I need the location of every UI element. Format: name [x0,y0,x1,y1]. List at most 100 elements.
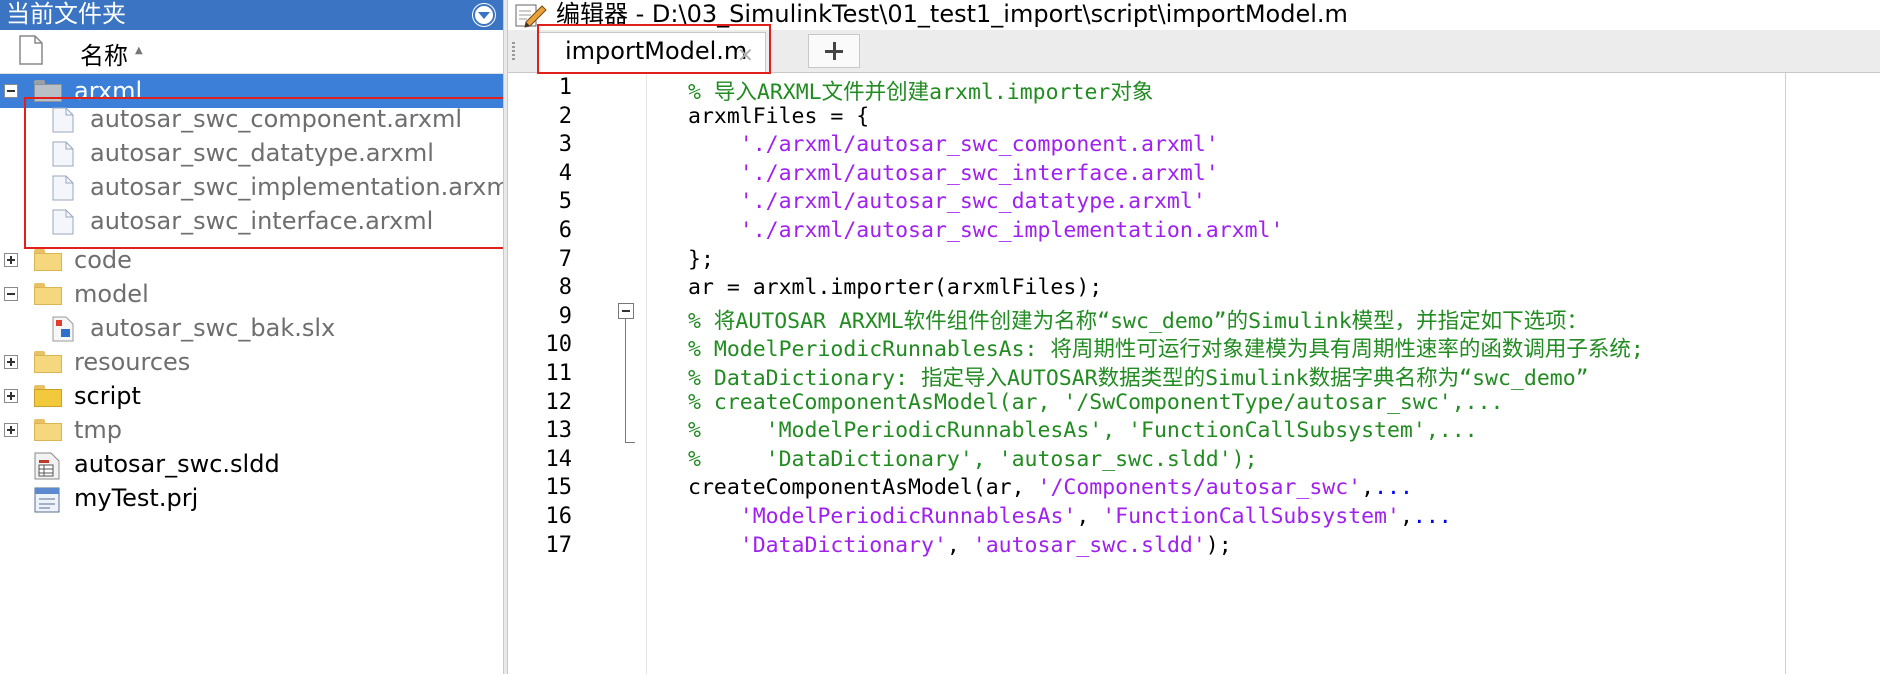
code-token: , [1361,475,1375,501]
code-line[interactable]: % 'DataDictionary', 'autosar_swc.sldd'); [688,447,1258,472]
code-token: , [1399,504,1413,529]
tab-label: importModel.m [565,37,748,65]
code-line[interactable]: % DataDictionary: 指定导入AUTOSAR数据类型的Simuli… [688,361,1589,392]
panel-menu-icon[interactable] [472,3,496,27]
sort-ascending-icon: ▲ [135,45,143,56]
line-number: 10 [545,332,573,358]
folder-label: resources [74,348,191,376]
new-tab-button[interactable] [808,34,860,68]
code-line[interactable]: }; [688,247,714,272]
folder-icon [34,249,62,271]
file-label: autosar_swc_bak.slx [90,314,336,342]
file-label: autosar_swc_datatype.arxml [90,139,434,167]
file-list-header: 名称 ▲ [0,30,503,74]
code-token: % 导入ARXML文件并创建arxml.importer对象 [688,80,1154,105]
code-token: 'ModelPeriodicRunnablesAs' [739,504,1077,529]
code-line[interactable]: ar = arxml.importer(arxmlFiles); [688,275,1102,300]
code-editor[interactable]: 1 2 3 4 5 6 7 8 9 10 11 12 13 14 15 16 17 % 导入ARXML文件并创建… [508,73,1880,674]
arxml-file-icon [52,209,74,235]
folder-icon [34,351,62,373]
expand-toggle-icon[interactable] [4,389,18,403]
file-label: autosar_swc.sldd [74,450,280,478]
file-label: myTest.prj [74,484,199,512]
line-number: 7 [558,246,572,272]
code-token: ... [1412,504,1452,529]
expand-toggle-icon[interactable] [4,355,18,369]
code-fold-guide-end [625,442,635,443]
code-fold-guide [625,319,626,443]
code-token: , [946,532,973,558]
tab-importModel[interactable]: importModel.m ✕ [538,32,766,73]
code-token: , [1076,504,1103,529]
line-number: 17 [545,532,573,558]
file-row[interactable]: autosar_swc.sldd [0,447,503,481]
current-folder-titlebar: 当前文件夹 [0,0,503,30]
tab-grip-icon[interactable] [512,42,515,62]
code-token: './arxml/autosar_swc_interface.arxml' [739,160,1219,186]
code-token: 'FunctionCallSubsystem' [1102,504,1400,529]
folder-row-model[interactable]: model [0,277,503,311]
expand-toggle-icon[interactable] [4,423,18,437]
folder-label: script [74,382,141,410]
code-token: ... [1374,475,1413,501]
collapse-toggle-icon[interactable] [4,287,18,301]
code-line[interactable]: % createComponentAsModel(ar, '/SwCompone… [688,390,1503,415]
name-column-header[interactable]: 名称 [80,36,128,71]
folder-label: tmp [74,416,123,444]
code-fold-collapse-icon[interactable] [618,303,634,319]
line-number: 11 [545,361,573,386]
code-line[interactable]: './arxml/autosar_swc_component.arxml' [688,132,1219,157]
folder-row-script[interactable]: script [0,379,503,413]
code-token: '/Components/autosar_swc' [1037,475,1362,501]
code-line[interactable]: 'ModelPeriodicRunnablesAs', 'FunctionCal… [688,504,1452,529]
file-label: autosar_swc_component.arxml [90,105,462,133]
line-number: 3 [558,132,572,158]
editor-title: 编辑器 - D:\03_SimulinkTest\01_test1_import… [556,0,1348,28]
file-row[interactable]: autosar_swc_implementation.arxml [0,170,516,204]
code-line[interactable]: 'DataDictionary', 'autosar_swc.sldd'); [688,533,1232,558]
code-line[interactable]: arxmlFiles = { [688,104,869,129]
right-text-limit-line [1785,73,1786,674]
editor-titlebar: 编辑器 - D:\03_SimulinkTest\01_test1_import… [508,0,1880,30]
folder-row-tmp[interactable]: tmp [0,413,503,447]
line-number: 12 [545,389,573,415]
code-line[interactable]: % 将AUTOSAR ARXML软件组件创建为名称“swc_demo”的Simu… [688,304,1588,335]
folder-row-resources[interactable]: resources [0,345,503,379]
line-number: 4 [558,160,572,186]
folder-row-code[interactable]: code [0,243,503,277]
collapse-toggle-icon[interactable] [4,84,18,98]
project-file-icon [34,487,60,513]
line-number: 8 [558,275,572,301]
file-row[interactable]: autosar_swc_bak.slx [0,311,503,345]
close-icon[interactable]: ✕ [737,43,754,67]
line-number: 14 [545,446,573,472]
line-number: 9 [558,303,572,329]
line-number: 15 [545,475,573,501]
arxml-file-icon [52,141,74,167]
code-line[interactable]: % ModelPeriodicRunnablesAs: 将周期性可运行对象建模为… [688,332,1644,363]
code-line[interactable]: createComponentAsModel(ar, '/Components/… [688,475,1413,500]
current-folder-title: 当前文件夹 [6,0,126,28]
file-type-column-icon [18,35,44,69]
current-folder-panel: 当前文件夹 名称 ▲ arxml autosar_swc_component.a… [0,0,516,674]
file-row[interactable]: autosar_swc_interface.arxml [0,204,503,238]
code-token: % 'DataDictionary', 'autosar_swc.sldd'); [688,446,1258,472]
code-line[interactable]: % 导入ARXML文件并创建arxml.importer对象 [688,75,1153,106]
editor-tab-bar: importModel.m ✕ [508,30,1880,73]
code-token: 'DataDictionary' [739,532,947,558]
expand-toggle-icon[interactable] [4,253,18,267]
code-line[interactable]: './arxml/autosar_swc_implementation.arxm… [688,218,1284,243]
file-row[interactable]: myTest.prj [0,481,503,515]
code-line[interactable]: % 'ModelPeriodicRunnablesAs', 'FunctionC… [688,418,1478,443]
folder-label: code [74,246,132,274]
code-token: './arxml/autosar_swc_component.arxml' [739,132,1219,158]
line-number: 5 [558,189,572,215]
code-line[interactable]: './arxml/autosar_swc_interface.arxml' [688,161,1219,186]
code-line[interactable]: './arxml/autosar_swc_datatype.arxml' [688,189,1206,214]
line-number: 2 [558,103,572,129]
editor-pencil-icon [515,4,547,28]
file-row[interactable]: autosar_swc_datatype.arxml [0,136,503,170]
file-row[interactable]: autosar_swc_component.arxml [0,102,503,136]
code-token: './arxml/autosar_swc_datatype.arxml' [739,189,1206,215]
